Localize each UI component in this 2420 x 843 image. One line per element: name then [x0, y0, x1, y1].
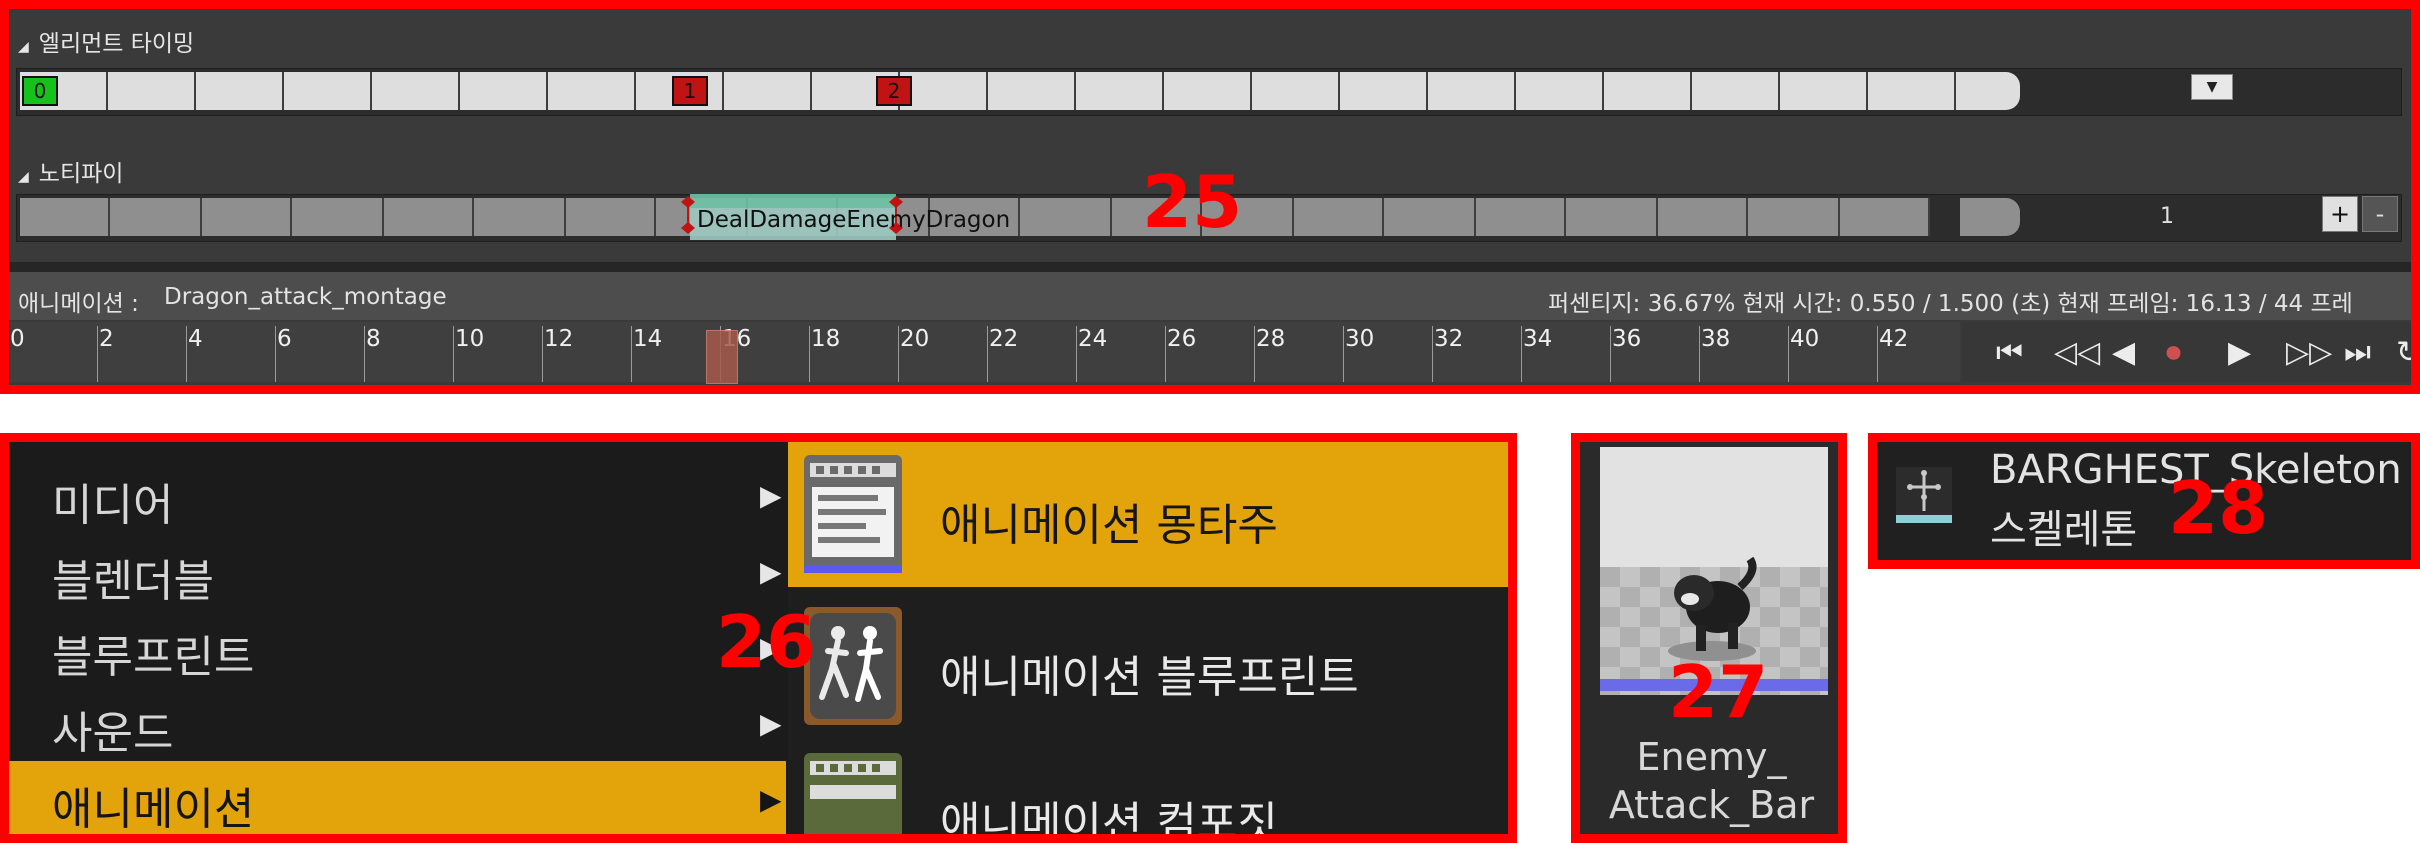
callout-26: 26 — [716, 600, 817, 684]
highlight-frame-27 — [1571, 433, 1847, 843]
callout-27: 27 — [1668, 650, 1769, 734]
callout-25: 25 — [1142, 160, 1243, 244]
callout-28: 28 — [2168, 466, 2269, 550]
highlight-frame-28 — [1868, 433, 2420, 569]
